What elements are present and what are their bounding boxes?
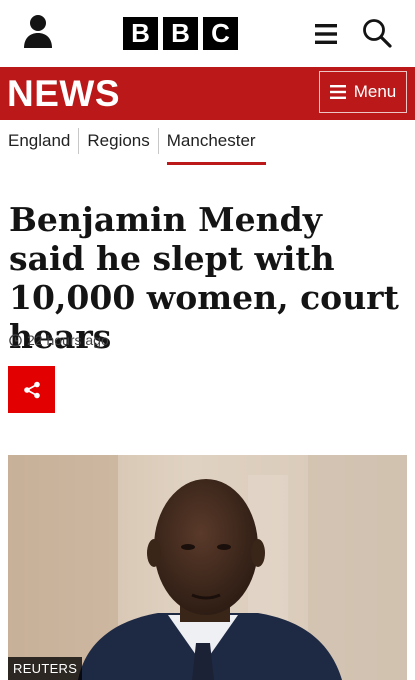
menu-button[interactable]: Menu [319, 71, 407, 113]
bbc-logo-letter: C [203, 17, 238, 50]
nav-item-regions[interactable]: Regions [78, 128, 157, 154]
bbc-logo-letter: B [163, 17, 198, 50]
bbc-logo[interactable]: B B C [123, 17, 238, 50]
timestamp-text: 22 hours ago [27, 332, 109, 348]
photo-credit: REUTERS [8, 657, 83, 680]
share-button[interactable] [8, 366, 55, 413]
news-bar: NEWS Menu [0, 67, 415, 120]
section-nav: England Regions Manchester [0, 120, 415, 165]
hamburger-icon[interactable] [315, 24, 337, 44]
news-title[interactable]: NEWS [7, 72, 120, 116]
clock-icon [9, 333, 22, 347]
menu-label: Menu [353, 82, 397, 101]
article-photo[interactable]: REUTERS [8, 455, 407, 680]
article-timestamp: 22 hours ago [9, 332, 109, 348]
top-bar: B B C [0, 0, 415, 67]
share-icon [23, 381, 40, 398]
article-photo-image [8, 455, 407, 680]
search-icon[interactable] [362, 18, 392, 48]
menu-icon [329, 85, 346, 99]
nav-item-manchester[interactable]: Manchester [157, 128, 266, 165]
user-icon[interactable] [22, 14, 54, 48]
nav-item-england[interactable]: England [0, 128, 78, 154]
bbc-logo-letter: B [123, 17, 158, 50]
